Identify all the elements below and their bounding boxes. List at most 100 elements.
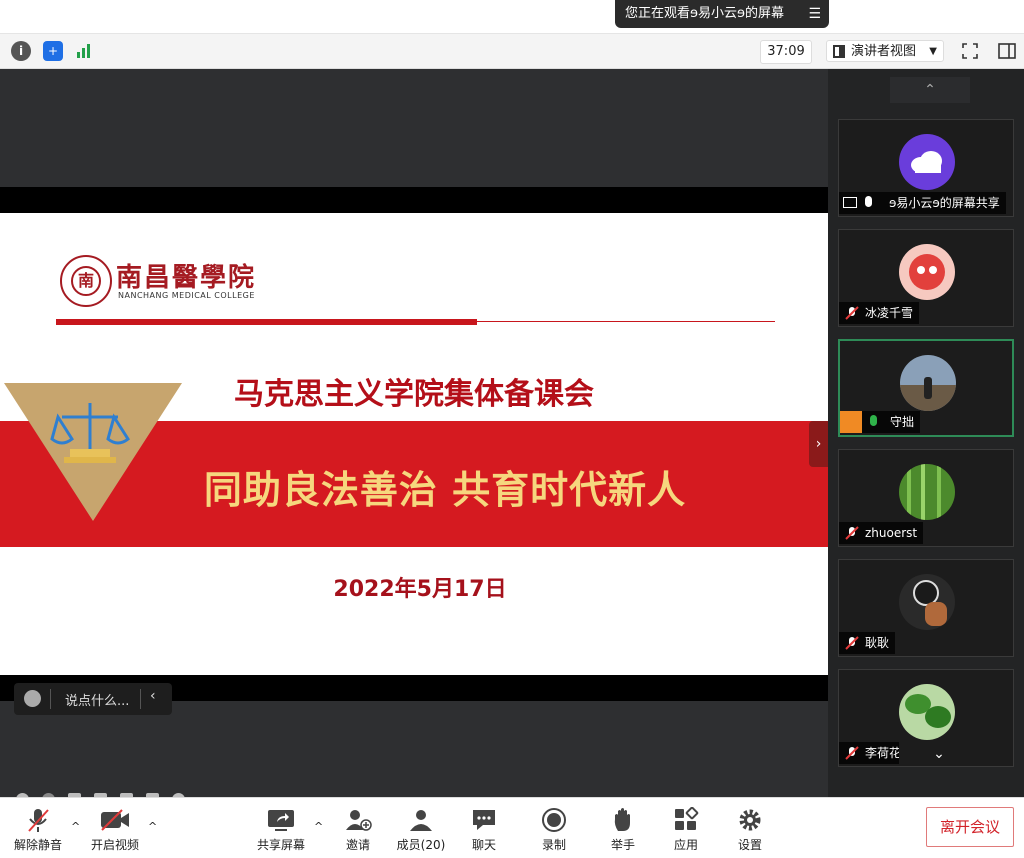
apps-button[interactable]: 应用 <box>656 806 716 853</box>
mic-muted-icon <box>845 526 859 540</box>
info-icon[interactable]: i <box>11 41 31 61</box>
chevron-up-icon[interactable]: ^ <box>71 820 80 833</box>
participant-tile[interactable]: 李荷花 ⌄ <box>838 669 1014 767</box>
share-screen-label: 共享屏幕 <box>256 838 305 852</box>
raise-hand-label: 举手 <box>610 838 635 852</box>
college-seal-icon: 南 <box>60 255 112 307</box>
participant-name: 耿耿 <box>865 636 890 650</box>
chat-placeholder: 说点什么... <box>65 694 130 709</box>
chat-button[interactable]: 聊天 <box>454 806 514 853</box>
mic-muted-icon <box>845 636 859 650</box>
leave-meeting-button[interactable]: 离开会议 <box>926 807 1014 847</box>
participant-name: ɘ易小云ɘ的屏幕共享 <box>889 196 1000 210</box>
chat-input[interactable]: 说点什么... ‹ <box>14 683 172 715</box>
invite-button[interactable]: 邀请 <box>328 806 388 853</box>
header-rule <box>56 319 477 325</box>
mic-active-icon <box>870 415 877 426</box>
meeting-toolbar: i + 37:09 演讲者视图 ▼ <box>0 34 1024 69</box>
shield-icon[interactable]: + <box>43 41 63 61</box>
participant-name: 李荷花 <box>865 746 902 760</box>
record-icon <box>539 806 569 834</box>
mic-icon <box>865 196 872 207</box>
start-video-button[interactable]: 开启视频 <box>85 806 145 853</box>
host-avatar-icon <box>840 411 862 433</box>
signal-icon[interactable] <box>74 41 94 61</box>
mic-muted-icon <box>23 806 53 834</box>
members-icon <box>406 806 436 834</box>
participant-namebar: ɘ易小云ɘ的屏幕共享 <box>839 192 1006 214</box>
list-icon[interactable]: ☰ <box>808 0 821 28</box>
top-bar <box>0 0 1024 34</box>
avatar <box>899 684 955 740</box>
participant-tile[interactable]: 守拙 <box>838 339 1014 437</box>
apps-label: 应用 <box>673 838 698 852</box>
meeting-timer: 37:09 <box>760 40 812 64</box>
slide: 南 南昌醫學院 NANCHANG MEDICAL COLLEGE 马克思主义学院… <box>0 213 828 806</box>
chevron-down-icon[interactable]: ⌄ <box>899 742 979 766</box>
members-label: 成员(20) <box>396 838 446 852</box>
letterbox-top <box>0 187 828 213</box>
start-video-label: 开启视频 <box>90 838 139 852</box>
avatar <box>899 574 955 630</box>
cloud-avatar <box>899 134 955 190</box>
fullscreen-icon[interactable] <box>960 41 980 61</box>
chevron-left-icon[interactable]: ‹ <box>150 688 156 704</box>
divider <box>50 689 51 709</box>
sharing-banner[interactable]: 您正在观看ɘ易小云ɘ的屏幕 ☰ <box>615 0 829 28</box>
mic-muted-icon <box>845 746 859 760</box>
view-selector[interactable]: 演讲者视图 ▼ <box>826 40 944 62</box>
chat-icon <box>469 806 499 834</box>
chevron-down-icon: ▼ <box>929 46 937 57</box>
avatar <box>899 464 955 520</box>
participant-name: 冰凌千雪 <box>865 306 914 320</box>
college-logo-text: 南昌醫學院 <box>116 263 257 293</box>
chevron-up-icon[interactable]: ⌃ <box>890 77 970 103</box>
participant-name: zhuoerst <box>865 526 918 540</box>
chevron-up-icon[interactable]: ^ <box>314 820 323 833</box>
mic-muted-icon <box>845 306 859 320</box>
unmute-button[interactable]: 解除静音 <box>8 806 68 853</box>
gear-icon <box>735 806 765 834</box>
slide-date: 2022年5月17日 <box>333 577 507 602</box>
share-screen-icon <box>266 806 296 834</box>
settings-label: 设置 <box>737 838 762 852</box>
sidebar-toggle-icon[interactable] <box>997 41 1017 61</box>
divider <box>140 689 141 709</box>
sharing-banner-text: 您正在观看ɘ易小云ɘ的屏幕 <box>625 6 784 21</box>
speaker-view-icon <box>833 45 845 58</box>
video-off-icon <box>100 806 130 834</box>
participant-namebar: 李荷花 <box>839 742 908 764</box>
share-screen-button[interactable]: 共享屏幕 <box>251 806 311 853</box>
participant-namebar: 耿耿 <box>839 632 896 654</box>
participant-namebar: 冰凌千雪 <box>839 302 920 324</box>
raise-hand-button[interactable]: 举手 <box>593 806 653 853</box>
members-button[interactable]: 成员(20) <box>391 806 451 853</box>
add-user-icon <box>343 806 373 834</box>
participant-namebar: zhuoerst <box>839 522 924 544</box>
emoji-icon[interactable] <box>24 690 41 707</box>
chevron-right-icon: › <box>815 436 822 452</box>
participant-tile[interactable]: 冰凌千雪 <box>838 229 1014 327</box>
avatar <box>899 244 955 300</box>
settings-button[interactable]: 设置 <box>720 806 780 853</box>
screen-share-icon <box>843 197 857 208</box>
participant-namebar: 守拙 <box>840 411 921 433</box>
record-button[interactable]: 录制 <box>524 806 584 853</box>
slide-subtitle: 同助良法善治 共育时代新人 <box>203 468 687 512</box>
hand-icon <box>608 806 638 834</box>
unmute-label: 解除静音 <box>13 838 62 852</box>
header-rule-thin <box>477 321 775 322</box>
bottom-control-bar: 解除静音 ^ 开启视频 ^ 共享屏幕 ^ 邀请 成员(20) 聊天 录制 举手 … <box>0 797 1024 858</box>
chat-label: 聊天 <box>471 838 496 852</box>
participant-tile[interactable]: 耿耿 <box>838 559 1014 657</box>
participant-tile[interactable]: ɘ易小云ɘ的屏幕共享 <box>838 119 1014 217</box>
invite-label: 邀请 <box>345 838 370 852</box>
record-label: 录制 <box>541 838 566 852</box>
avatar <box>900 355 956 411</box>
participant-tile[interactable]: zhuoerst <box>838 449 1014 547</box>
view-selector-label: 演讲者视图 <box>851 44 917 59</box>
college-logo-english: NANCHANG MEDICAL COLLEGE <box>118 291 255 300</box>
apps-icon <box>671 806 701 834</box>
chevron-up-icon[interactable]: ^ <box>148 820 157 833</box>
collapse-panel-handle[interactable]: › <box>809 421 828 467</box>
